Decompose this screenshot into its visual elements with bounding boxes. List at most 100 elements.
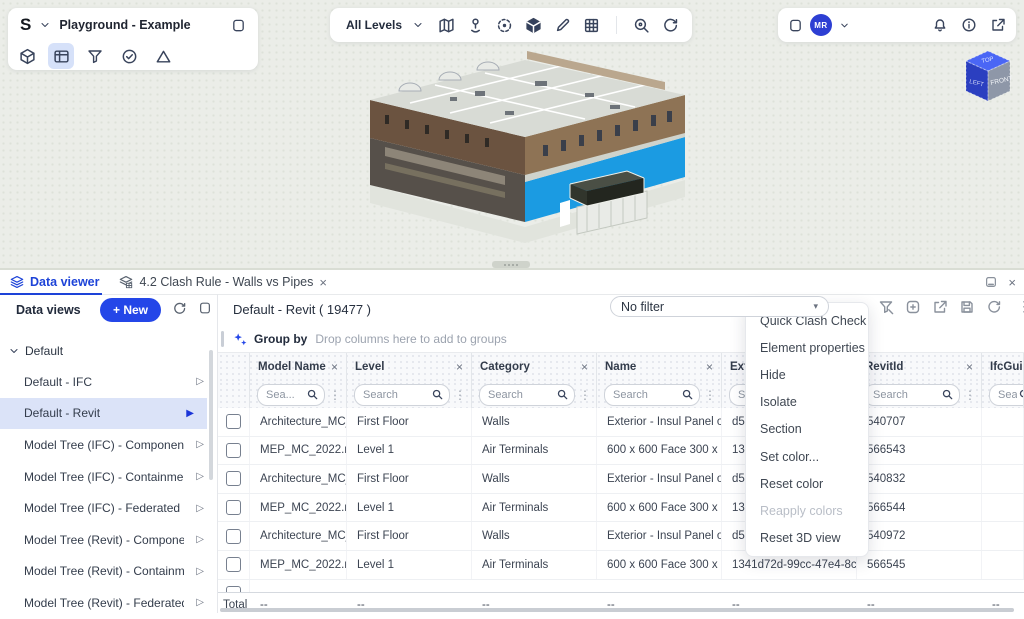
reset-view-icon[interactable]	[662, 17, 679, 34]
column-ifcguid[interactable]: IfcGuid	[982, 353, 1024, 381]
row-checkbox[interactable]	[226, 414, 241, 429]
expand-icon[interactable]: ▷	[196, 439, 204, 450]
sidebar-item-mt-revit-components[interactable]: Model Tree (Revit) - Components▷	[0, 524, 217, 556]
frame-icon[interactable]	[198, 301, 212, 315]
column-model-name[interactable]: Model Name×	[250, 353, 347, 381]
menu-item-section[interactable]: Section	[746, 416, 868, 443]
column-revitid[interactable]: RevitId×	[857, 353, 982, 381]
expand-icon[interactable]: ▷	[196, 471, 204, 482]
chevron-down-icon[interactable]	[839, 20, 850, 31]
remove-column-icon[interactable]: ×	[966, 361, 973, 373]
levels-selector[interactable]: All Levels	[346, 18, 402, 32]
close-panel-icon[interactable]: ×	[1008, 276, 1016, 289]
clear-filter-icon[interactable]	[878, 299, 894, 315]
view-cube[interactable]: TOP LEFT FRONT	[956, 44, 1020, 112]
search-input[interactable]	[354, 384, 450, 406]
remove-column-icon[interactable]: ×	[331, 361, 338, 373]
table-row[interactable]: Architecture_MC_2022.rvtFirst FloorWalls…	[218, 465, 1024, 494]
group-by-bar[interactable]: Group by Drop columns here to add to gro…	[218, 326, 1024, 353]
column-level[interactable]: Level×	[347, 353, 472, 381]
chevron-down-icon[interactable]	[412, 19, 424, 31]
column-menu-icon[interactable]: ⋮	[964, 388, 976, 402]
remove-column-icon[interactable]: ×	[706, 361, 713, 373]
export-icon[interactable]	[932, 299, 948, 315]
avatar[interactable]: MR	[810, 14, 832, 36]
column-menu-icon[interactable]: ⋮	[579, 388, 591, 402]
row-checkbox[interactable]	[226, 500, 241, 515]
new-view-button[interactable]: + New	[100, 298, 161, 322]
zoom-search-icon[interactable]	[633, 17, 650, 34]
sidebar-item-mt-ifc-components[interactable]: Model Tree (IFC) - Components▷	[0, 429, 217, 461]
menu-item-isolate[interactable]: Isolate	[746, 389, 868, 416]
data-table-icon[interactable]	[48, 43, 74, 69]
search-input[interactable]	[989, 384, 1024, 406]
refresh-icon[interactable]	[986, 299, 1002, 315]
panel-resize-handle[interactable]	[492, 261, 530, 268]
search-input[interactable]	[257, 384, 325, 406]
horizontal-scrollbar[interactable]	[220, 608, 1014, 612]
filter-funnel-icon[interactable]	[82, 43, 108, 69]
first-person-icon[interactable]	[467, 17, 484, 34]
info-icon[interactable]	[961, 17, 977, 33]
refresh-icon[interactable]	[172, 301, 187, 316]
annotate-icon[interactable]	[905, 299, 921, 315]
row-checkbox[interactable]	[226, 443, 241, 458]
table-row[interactable]: MEP_MC_2022.rvtLevel 1Air Terminals600 x…	[218, 494, 1024, 523]
expand-icon[interactable]: ▷	[196, 534, 204, 545]
menu-item-set-color[interactable]: Set color...	[746, 443, 868, 470]
grid-icon[interactable]	[583, 17, 600, 34]
more-menu-icon[interactable]: ⋮	[1017, 298, 1024, 315]
checks-icon[interactable]	[116, 43, 142, 69]
row-checkbox[interactable]	[226, 557, 241, 572]
tab-data-viewer[interactable]: Data viewer	[0, 270, 109, 294]
row-checkbox[interactable]	[226, 586, 241, 592]
table-row[interactable]: MEP_MC_2022.rvtLevel 1Air Terminals600 x…	[218, 551, 1024, 580]
expand-icon[interactable]: ▶	[186, 408, 194, 419]
row-checkbox[interactable]	[226, 529, 241, 544]
table-row-partial[interactable]	[218, 580, 1024, 592]
tab-clash-rule[interactable]: 4.2 Clash Rule - Walls vs Pipes ×	[109, 270, 337, 294]
sidebar-item-default-revit[interactable]: Default - Revit▶	[0, 398, 207, 430]
close-tab-icon[interactable]: ×	[319, 276, 327, 289]
expand-icon[interactable]: ▷	[196, 376, 204, 387]
section-cube-icon[interactable]	[525, 17, 542, 34]
table-row[interactable]: MEP_MC_2022.rvtLevel 1Air Terminals600 x…	[218, 437, 1024, 466]
save-icon[interactable]	[959, 299, 975, 315]
column-category[interactable]: Category×	[472, 353, 597, 381]
bell-icon[interactable]	[932, 17, 948, 33]
issues-triangle-icon[interactable]	[150, 43, 176, 69]
remove-column-icon[interactable]: ×	[456, 361, 463, 373]
sidebar-item-mt-revit-containment[interactable]: Model Tree (Revit) - Containment▷	[0, 556, 217, 588]
table-row[interactable]: Architecture_MC_2022.rvtFirst FloorWalls…	[218, 522, 1024, 551]
table-row[interactable]: Architecture_MC_2022.rvtFirst FloorWalls…	[218, 408, 1024, 437]
row-checkbox[interactable]	[226, 471, 241, 486]
maximize-panel-icon[interactable]	[984, 275, 998, 289]
tree-root-default[interactable]: Default	[8, 340, 217, 362]
menu-item-hide[interactable]: Hide	[746, 361, 868, 388]
filter-dropdown[interactable]: No filter ▾	[610, 296, 829, 317]
frame-icon[interactable]	[788, 18, 803, 33]
menu-item-element-properties[interactable]: Element properties	[746, 334, 868, 361]
map-icon[interactable]	[438, 17, 455, 34]
column-menu-icon[interactable]: ⋮	[454, 388, 466, 402]
sidebar-item-default-ifc[interactable]: Default - IFC▷	[0, 366, 217, 398]
sidebar-item-mt-revit-federated[interactable]: Model Tree (Revit) - Federated Flo...▷	[0, 587, 217, 619]
sidebar-item-mt-ifc-federated[interactable]: Model Tree (IFC) - Federated Floor▷	[0, 492, 217, 524]
column-menu-icon[interactable]: ⋮	[329, 388, 341, 402]
remove-column-icon[interactable]: ×	[581, 361, 588, 373]
app-logo[interactable]: S	[20, 15, 31, 35]
model-cube-icon[interactable]	[14, 43, 40, 69]
search-input[interactable]	[604, 384, 700, 406]
chevron-down-icon[interactable]	[39, 19, 51, 31]
search-input[interactable]	[864, 384, 960, 406]
frame-icon[interactable]	[231, 18, 246, 33]
share-icon[interactable]	[990, 17, 1006, 33]
measure-pencil-icon[interactable]	[554, 17, 571, 34]
menu-item-reset-color[interactable]: Reset color	[746, 470, 868, 497]
expand-icon[interactable]: ▷	[196, 503, 204, 514]
sidebar-scrollbar[interactable]	[209, 350, 213, 480]
drag-handle[interactable]	[221, 331, 224, 347]
building-model[interactable]	[355, 45, 685, 265]
expand-icon[interactable]: ▷	[196, 597, 204, 608]
menu-item-reset-3d-view[interactable]: Reset 3D view	[746, 525, 868, 552]
